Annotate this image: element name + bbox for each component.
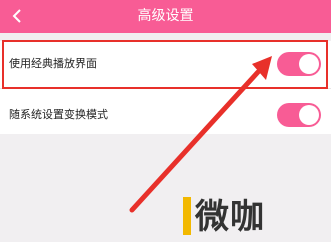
watermark: 微咖: [183, 195, 331, 239]
watermark-accent: [183, 197, 191, 235]
watermark-text: 微咖: [195, 197, 265, 237]
